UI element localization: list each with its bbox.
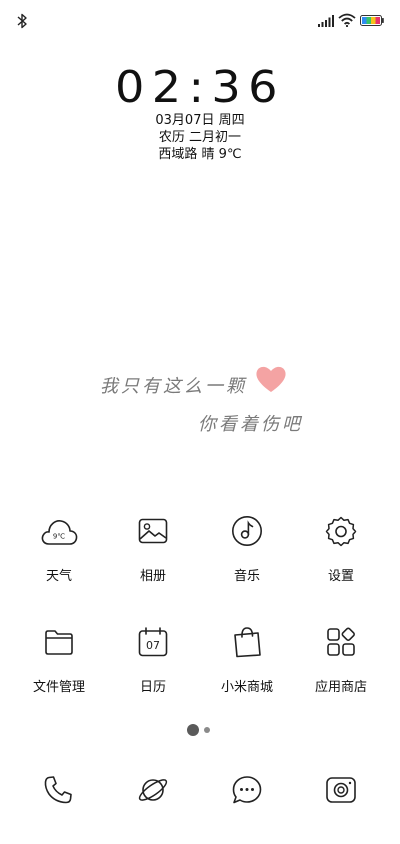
gallery-icon: [138, 518, 168, 544]
camera-icon: [326, 777, 356, 803]
app-gallery[interactable]: 相册: [108, 511, 198, 584]
dock-camera[interactable]: [323, 772, 359, 808]
folder-icon: [45, 630, 73, 655]
phone-icon: [44, 776, 72, 804]
app-label: 小米商城: [220, 680, 273, 695]
app-label: 应用商店: [314, 680, 367, 695]
app-store-icon: [327, 627, 355, 656]
calendar-icon-day: 07: [146, 639, 160, 652]
app-label: 音乐: [233, 569, 260, 584]
calendar-icon: 07: [138, 627, 168, 657]
app-music[interactable]: 音乐: [202, 511, 292, 584]
weather-cloud-icon: 9℃: [41, 520, 78, 545]
app-label: 天气: [45, 569, 72, 584]
wifi-icon: [338, 13, 356, 27]
battery-icon: [360, 15, 384, 26]
clock-time: 02:36: [115, 62, 285, 113]
home-screen: 02:36 03月07日 周四 农历 二月初一 西域路 晴 9℃ 我只有这么一颗…: [0, 0, 400, 844]
bluetooth-icon: [17, 13, 27, 29]
page-indicator-active-dot[interactable]: [187, 724, 199, 736]
lockscreen-clock: 02:36: [0, 62, 400, 113]
heart-icon: [256, 366, 286, 392]
app-settings[interactable]: 设置: [296, 511, 386, 584]
settings-gear-icon: [325, 516, 357, 547]
dock-messages[interactable]: [229, 772, 265, 808]
app-mi-store[interactable]: 小米商城: [202, 622, 292, 695]
status-bar: [0, 0, 400, 40]
wallpaper-handwriting-line2: 你看着伤吧: [198, 414, 303, 435]
app-label: 设置: [327, 569, 354, 584]
app-calendar[interactable]: 07 日历: [108, 622, 198, 695]
app-label: 相册: [139, 569, 166, 584]
app-label: 日历: [139, 680, 166, 695]
shopping-bag-icon: [234, 627, 261, 658]
app-app-store[interactable]: 应用商店: [296, 622, 386, 695]
dock-phone[interactable]: [40, 772, 76, 808]
cellular-signal-icon: [318, 15, 334, 27]
weather-location-text: 西域路 晴 9℃: [158, 147, 242, 162]
dock-browser[interactable]: [135, 772, 171, 808]
weather-icon-temp: 9℃: [53, 533, 65, 541]
messages-icon: [232, 776, 262, 804]
app-weather[interactable]: 9℃ 天气: [14, 511, 104, 584]
music-icon: [232, 516, 262, 546]
browser-planet-icon: [138, 779, 168, 801]
app-file-manager[interactable]: 文件管理: [14, 622, 104, 695]
page-indicator-dot[interactable]: [204, 727, 210, 733]
wallpaper-handwriting-line1: 我只有这么一颗: [100, 376, 247, 397]
app-label: 文件管理: [32, 680, 85, 695]
